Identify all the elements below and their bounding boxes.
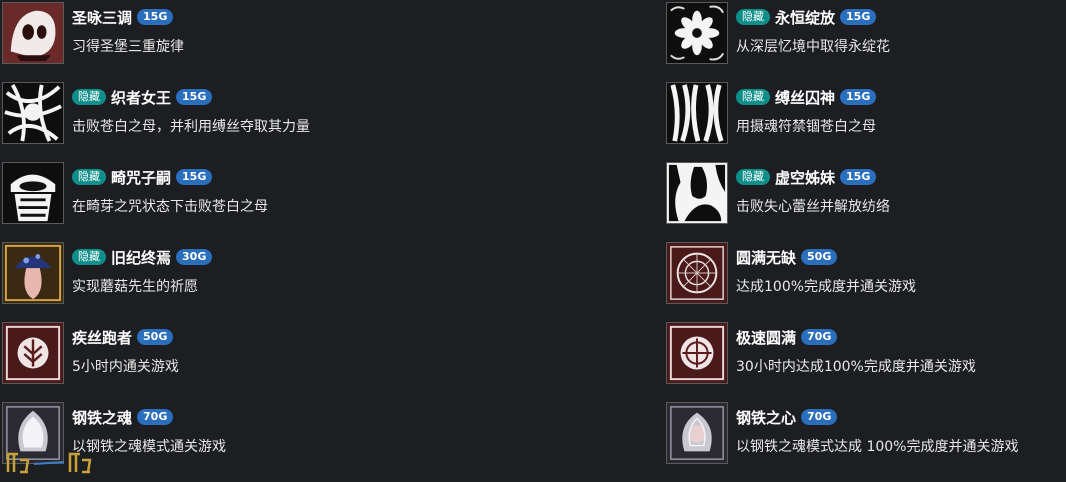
- weaver-queen-icon: [2, 82, 64, 144]
- achievement-name: 缚丝囚神: [775, 88, 836, 107]
- completion-emblem-icon: [666, 242, 728, 304]
- cursed-child-icon: [2, 162, 64, 224]
- achievement-description: 用摄魂符禁锢苍白之母: [736, 119, 876, 135]
- achievement-item[interactable]: 圆满无缺 50G 达成100%完成度并通关游戏: [666, 242, 1066, 322]
- points-badge: 15G: [137, 9, 174, 25]
- achievement-name: 永恒绽放: [775, 8, 836, 27]
- achievement-item[interactable]: 隐藏 畸咒子嗣 15G 在畸芽之咒状态下击败苍白之母: [2, 162, 402, 242]
- points-badge: 70G: [801, 329, 838, 345]
- achievement-name: 织者女王: [111, 88, 172, 107]
- mask-shell-icon: [2, 2, 64, 64]
- points-badge: 15G: [176, 169, 213, 185]
- achievement-name: 钢铁之心: [736, 408, 797, 427]
- achievement-item[interactable]: 隐藏 缚丝囚神 15G 用摄魂符禁锢苍白之母: [666, 82, 1066, 162]
- bloom-flower-icon: [666, 2, 728, 64]
- points-badge: 70G: [137, 409, 174, 425]
- achievement-description: 30小时内达成100%完成度并通关游戏: [736, 359, 976, 375]
- achievement-description: 在畸芽之咒状态下击败苍白之母: [72, 199, 268, 215]
- achievement-name: 虚空姊妹: [775, 168, 836, 187]
- hidden-badge: 隐藏: [736, 89, 770, 105]
- achievement-item[interactable]: 钢铁之心 70G 以钢铁之魂模式达成 100%完成度并通关游戏: [666, 402, 1066, 482]
- achievement-column-left: 圣咏三调 15G 习得圣堡三重旋律 隐藏 织者女王 15G 击败苍白之母，并利用…: [2, 2, 402, 482]
- achievement-description: 击败苍白之母，并利用缚丝夺取其力量: [72, 119, 310, 135]
- achievement-item[interactable]: 隐藏 虚空姊妹 15G 击败失心蕾丝并解放纺络: [666, 162, 1066, 242]
- achievement-name: 钢铁之魂: [72, 408, 133, 427]
- void-sister-icon: [666, 162, 728, 224]
- achievement-item[interactable]: 隐藏 织者女王 15G 击败苍白之母，并利用缚丝夺取其力量: [2, 82, 402, 162]
- points-badge: 15G: [840, 169, 877, 185]
- hidden-badge: 隐藏: [736, 169, 770, 185]
- achievement-name: 疾丝跑者: [72, 328, 133, 347]
- points-badge: 15G: [840, 89, 877, 105]
- achievement-name: 极速圆满: [736, 328, 797, 347]
- achievement-description: 实现蘑菇先生的祈愿: [72, 279, 198, 295]
- achievement-description: 习得圣堡三重旋律: [72, 39, 184, 55]
- hidden-badge: 隐藏: [736, 9, 770, 25]
- achievement-name: 圣咏三调: [72, 8, 133, 27]
- achievement-description: 击败失心蕾丝并解放纺络: [736, 199, 890, 215]
- achievement-item[interactable]: 疾丝跑者 50G 5小时内通关游戏: [2, 322, 402, 402]
- achievement-description: 从深层忆境中取得永绽花: [736, 39, 890, 55]
- points-badge: 50G: [801, 249, 838, 265]
- points-badge: 50G: [137, 329, 174, 345]
- achievement-item[interactable]: 隐藏 永恒绽放 15G 从深层忆境中取得永绽花: [666, 2, 1066, 82]
- achievement-grid: 圣咏三调 15G 习得圣堡三重旋律 隐藏 织者女王 15G 击败苍白之母，并利用…: [0, 0, 1066, 478]
- achievement-description: 以钢铁之魂模式达成 100%完成度并通关游戏: [736, 439, 1019, 455]
- achievement-column-right: 隐藏 永恒绽放 15G 从深层忆境中取得永绽花 隐藏 缚丝囚神 15G 用摄魂符…: [666, 2, 1066, 482]
- points-badge: 15G: [176, 89, 213, 105]
- achievement-name: 旧纪终焉: [111, 248, 172, 267]
- hidden-badge: 隐藏: [72, 249, 106, 265]
- leaf-emblem-icon: [2, 322, 64, 384]
- points-badge: 30G: [176, 249, 213, 265]
- achievement-item[interactable]: 极速圆满 70G 30小时内达成100%完成度并通关游戏: [666, 322, 1066, 402]
- speed-completion-icon: [666, 322, 728, 384]
- achievement-name: 圆满无缺: [736, 248, 797, 267]
- points-badge: 70G: [801, 409, 838, 425]
- mushroom-icon: [2, 242, 64, 304]
- achievement-description: 达成100%完成度并通关游戏: [736, 279, 917, 295]
- steel-heart-icon: [666, 402, 728, 464]
- achievement-name: 畸咒子嗣: [111, 168, 172, 187]
- hidden-badge: 隐藏: [72, 89, 106, 105]
- bound-silk-icon: [666, 82, 728, 144]
- achievement-item[interactable]: 圣咏三调 15G 习得圣堡三重旋律: [2, 2, 402, 82]
- points-badge: 15G: [840, 9, 877, 25]
- hidden-badge: 隐藏: [72, 169, 106, 185]
- achievement-item[interactable]: 隐藏 旧纪终焉 30G 实现蘑菇先生的祈愿: [2, 242, 402, 322]
- achievement-description: 5小时内通关游戏: [72, 359, 179, 375]
- site-watermark-logo: [4, 446, 100, 476]
